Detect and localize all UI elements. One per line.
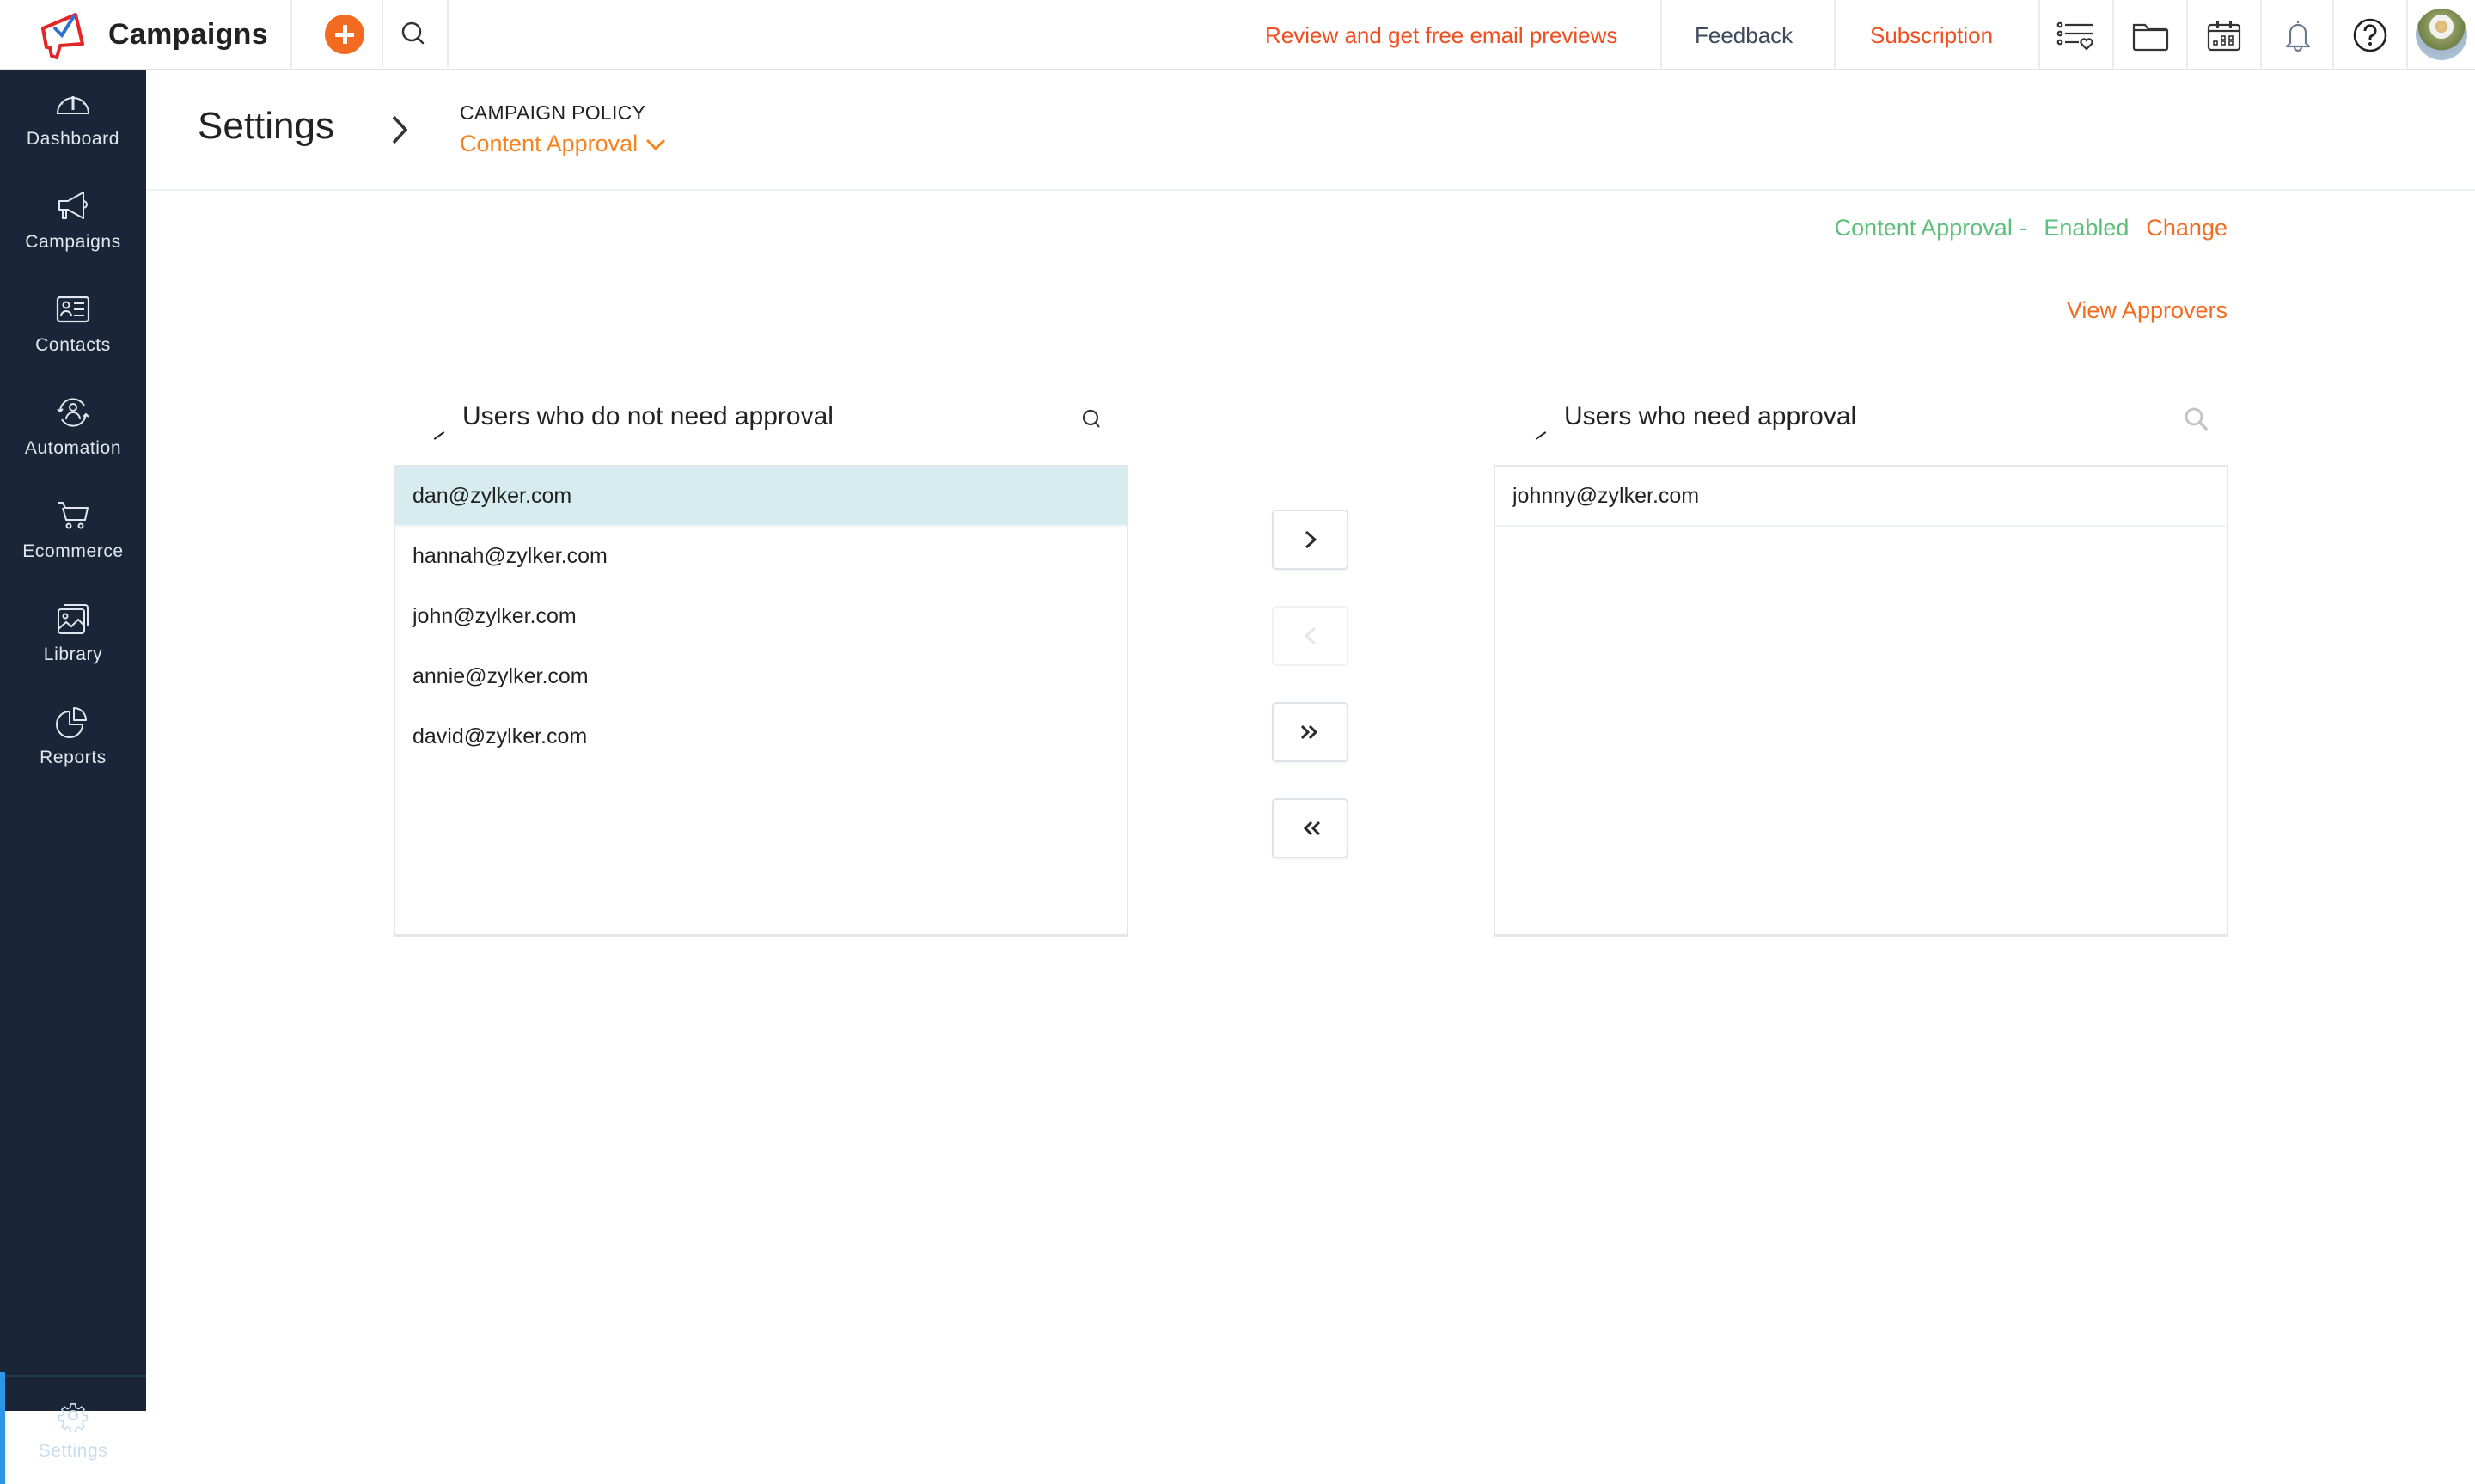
feedback-link[interactable]: Feedback xyxy=(1695,0,1793,70)
breadcrumb-chevron-icon xyxy=(392,115,408,144)
breadcrumb-dropdown[interactable]: Content Approval xyxy=(460,131,667,157)
left-user-list: dan@zylker.com hannah@zylker.com john@zy… xyxy=(394,465,1128,937)
search-icon xyxy=(401,21,425,45)
divider xyxy=(290,0,292,70)
list-item[interactable]: david@zylker.com xyxy=(395,707,1127,767)
sidebar-item-library[interactable]: Library xyxy=(0,586,146,681)
sidebar-item-campaigns[interactable]: Campaigns xyxy=(0,174,146,268)
bell-icon xyxy=(2285,21,2311,52)
right-panel-header: Users who need approval xyxy=(1494,395,2228,447)
create-button[interactable] xyxy=(325,15,364,54)
settings-nav[interactable]: Settings xyxy=(0,1377,146,1481)
user-email: dan@zylker.com xyxy=(412,483,572,508)
divider xyxy=(1660,0,1662,70)
sidebar-item-contacts[interactable]: Contacts xyxy=(0,277,146,371)
sidebar: Dashboard Campaigns Contacts Automation … xyxy=(0,70,146,1484)
user-email: johnny@zylker.com xyxy=(1512,483,1700,508)
search-icon[interactable] xyxy=(1077,404,1108,435)
subscription-link[interactable]: Subscription xyxy=(1870,0,1993,70)
help-icon xyxy=(2353,18,2387,52)
sidebar-item-ecommerce[interactable]: Ecommerce xyxy=(0,483,146,577)
chevron-left-icon xyxy=(1304,626,1316,645)
sidebar-item-settings[interactable]: Settings xyxy=(0,1372,146,1484)
user-avatar[interactable] xyxy=(2416,9,2467,60)
megaphone-icon xyxy=(58,192,88,219)
sidebar-item-automation[interactable]: Automation xyxy=(0,380,146,474)
move-all-right-button[interactable] xyxy=(1272,702,1348,762)
list-item[interactable]: hannah@zylker.com xyxy=(395,527,1127,587)
contact-card-icon xyxy=(56,296,90,323)
breadcrumb-current: Content Approval xyxy=(460,131,639,156)
header-marker xyxy=(1535,431,1547,440)
double-chevron-left-icon xyxy=(1303,821,1320,836)
brand[interactable]: Campaigns xyxy=(38,9,268,60)
divider xyxy=(1834,0,1836,70)
divider xyxy=(2406,0,2408,70)
status-feature-label: Content Approval - xyxy=(1834,215,2027,241)
right-panel-title: Users who need approval xyxy=(1564,402,1857,431)
list-item[interactable]: dan@zylker.com xyxy=(395,467,1127,527)
sidebar-item-reports[interactable]: Reports xyxy=(0,689,146,784)
automation-icon xyxy=(57,398,89,427)
image-library-icon xyxy=(58,604,89,634)
sidebar-item-label: Library xyxy=(43,644,103,664)
subscription-lists-button[interactable] xyxy=(2040,0,2112,70)
search-icon[interactable] xyxy=(2181,404,2212,435)
sidebar-item-label: Settings xyxy=(38,1440,108,1461)
approval-status: Content Approval - Enabled Change xyxy=(1835,215,2228,241)
calendar-icon xyxy=(2207,21,2241,52)
help-button[interactable] xyxy=(2334,0,2406,70)
folder-icon xyxy=(2132,23,2169,52)
page-header: Settings CAMPAIGN POLICY Content Approva… xyxy=(146,70,2475,191)
view-approvers-link[interactable]: View Approvers xyxy=(2067,297,2228,324)
left-panel-header: Users who do not need approval xyxy=(394,395,1128,447)
left-panel-title: Users who do not need approval xyxy=(462,402,834,431)
list-heart-icon xyxy=(2056,21,2093,51)
user-email: annie@zylker.com xyxy=(412,664,589,688)
chevron-right-icon xyxy=(1305,530,1317,549)
list-item[interactable]: johnny@zylker.com xyxy=(1495,467,2227,527)
chevron-down-icon xyxy=(646,138,666,150)
pie-chart-icon xyxy=(56,707,87,738)
breadcrumb-parent: CAMPAIGN POLICY xyxy=(460,101,646,124)
right-user-list: johnny@zylker.com xyxy=(1494,465,2228,937)
user-email: hannah@zylker.com xyxy=(412,544,608,568)
sidebar-item-label: Reports xyxy=(40,748,107,767)
sidebar-item-dashboard[interactable]: Dashboard xyxy=(0,70,146,165)
divider xyxy=(382,0,383,70)
notifications-button[interactable] xyxy=(2262,0,2334,70)
page-title: Settings xyxy=(198,105,334,147)
double-chevron-right-icon xyxy=(1300,724,1317,740)
top-bar: Campaigns Review and get free email prev… xyxy=(0,0,2475,70)
user-email: john@zylker.com xyxy=(412,604,577,628)
calendar-button[interactable] xyxy=(2188,0,2260,70)
divider xyxy=(447,0,449,70)
move-all-left-button[interactable] xyxy=(1272,798,1348,858)
files-button[interactable] xyxy=(2114,0,2186,70)
sidebar-item-label: Automation xyxy=(24,438,122,458)
sidebar-item-label: Dashboard xyxy=(26,129,120,149)
sidebar-item-label: Campaigns xyxy=(25,232,121,252)
app-title: Campaigns xyxy=(108,17,268,51)
campaigns-logo-icon xyxy=(41,13,84,59)
header-marker xyxy=(433,431,445,440)
move-left-button[interactable] xyxy=(1272,606,1348,666)
status-badge: Enabled xyxy=(2044,215,2130,241)
change-link[interactable]: Change xyxy=(2146,215,2228,241)
global-search-button[interactable] xyxy=(397,17,431,52)
user-email: david@zylker.com xyxy=(412,724,588,748)
gear-icon xyxy=(58,1402,89,1432)
list-item[interactable]: john@zylker.com xyxy=(395,587,1127,647)
promo-link[interactable]: Review and get free email previews xyxy=(1265,0,1617,70)
sidebar-item-label: Contacts xyxy=(35,335,111,355)
sidebar-item-label: Ecommerce xyxy=(22,541,124,561)
move-right-button[interactable] xyxy=(1272,510,1348,570)
dashboard-gauge-icon xyxy=(56,96,90,114)
cart-icon xyxy=(58,502,89,529)
list-item[interactable]: annie@zylker.com xyxy=(395,647,1127,707)
